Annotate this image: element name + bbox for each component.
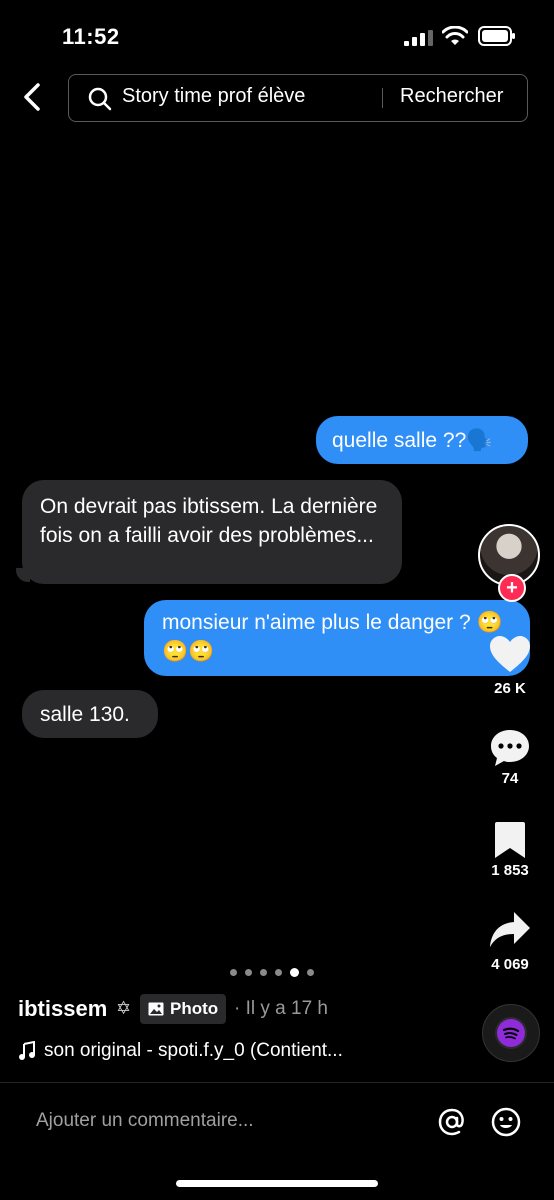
- carousel-dots[interactable]: [230, 966, 326, 978]
- share-count: 4 069: [491, 956, 529, 973]
- message-text: salle 130.: [40, 702, 130, 726]
- search-button[interactable]: Rechercher: [400, 85, 503, 108]
- message-bubble-sent: monsieur n'aime plus le danger ? 🙄🙄🙄: [144, 600, 530, 676]
- music-note-icon: [19, 1041, 35, 1060]
- post-time-ago: · Il y a 17 h: [234, 998, 328, 1019]
- carousel-dot[interactable]: [275, 968, 282, 976]
- comment-bar-divider: [0, 1082, 554, 1083]
- save-count: 1 853: [491, 862, 529, 879]
- follow-plus-icon[interactable]: +: [498, 574, 526, 602]
- share-arrow-icon[interactable]: [488, 910, 532, 950]
- carousel-dot[interactable]: [260, 968, 267, 976]
- post-username[interactable]: ibtissem: [18, 996, 107, 1022]
- message-bubble-received: On devrait pas ibtissem. La dernière foi…: [22, 480, 402, 584]
- carousel-dot[interactable]: [230, 968, 237, 976]
- message-bubble-received: salle 130.: [22, 690, 158, 738]
- sound-label: son original - spoti.f.y_0 (Contient...: [44, 1040, 343, 1061]
- cellular-signal-icon: [404, 30, 433, 46]
- battery-icon: [478, 26, 515, 46]
- carousel-dot-active[interactable]: [290, 967, 299, 977]
- bubble-tail: [16, 568, 30, 582]
- username-symbol: ✡: [116, 998, 132, 1018]
- back-arrow-icon[interactable]: [18, 82, 46, 112]
- search-input[interactable]: Story time prof élève: [122, 85, 305, 108]
- home-indicator[interactable]: [176, 1180, 378, 1187]
- search-divider: [382, 88, 383, 108]
- message-text: quelle salle ??🗣️: [332, 428, 493, 452]
- photo-badge-label: Photo: [170, 999, 219, 1018]
- emoji-icon[interactable]: [490, 1106, 522, 1138]
- music-disc[interactable]: [482, 1004, 540, 1062]
- carousel-dot[interactable]: [245, 968, 252, 976]
- message-text: On devrait pas ibtissem. La dernière foi…: [40, 495, 378, 547]
- comment-count: 74: [501, 770, 519, 787]
- message-text: monsieur n'aime plus le danger ? 🙄🙄🙄: [162, 611, 503, 663]
- sound-link[interactable]: son original - spoti.f.y_0 (Contient...: [18, 1040, 343, 1062]
- wifi-icon: [442, 26, 468, 45]
- search-icon: [88, 87, 112, 111]
- bookmark-icon[interactable]: [493, 820, 527, 860]
- message-bubble-sent: quelle salle ??🗣️: [316, 416, 528, 464]
- status-time: 11:52: [62, 24, 120, 49]
- heart-icon[interactable]: [488, 634, 532, 674]
- image-icon: [148, 1002, 164, 1016]
- photo-badge: Photo: [140, 994, 227, 1024]
- mention-at-icon[interactable]: [436, 1106, 468, 1138]
- comment-icon[interactable]: [489, 728, 531, 768]
- carousel-dot[interactable]: [307, 968, 314, 976]
- like-count: 26 K: [494, 680, 526, 697]
- spotify-icon: [497, 1019, 525, 1047]
- comment-input[interactable]: Ajouter un commentaire...: [36, 1110, 254, 1132]
